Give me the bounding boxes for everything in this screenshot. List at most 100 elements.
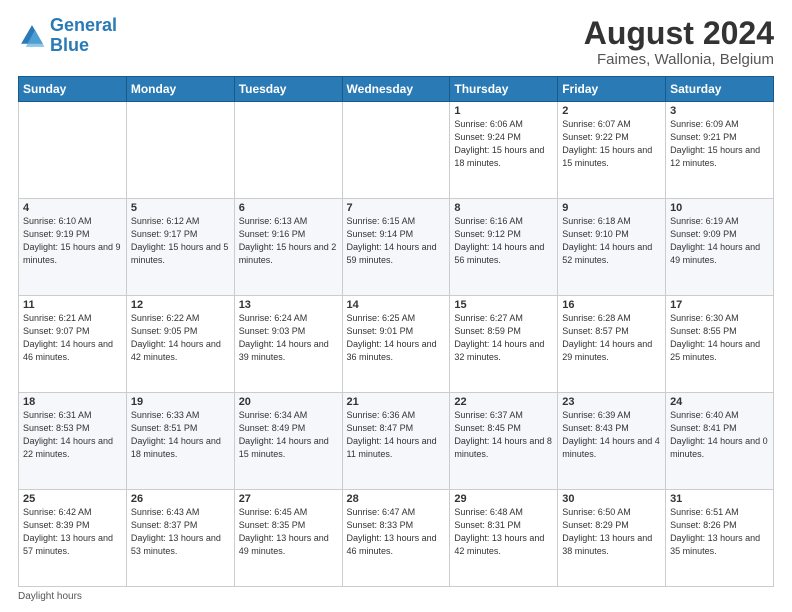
day-number: 19 [131, 396, 230, 408]
day-number: 16 [562, 299, 661, 311]
calendar-header-row: Sunday Monday Tuesday Wednesday Thursday… [19, 77, 774, 102]
calendar-week-row: 25Sunrise: 6:42 AMSunset: 8:39 PMDayligh… [19, 490, 774, 587]
table-row: 12Sunrise: 6:22 AMSunset: 9:05 PMDayligh… [126, 296, 234, 393]
day-info: Sunrise: 6:09 AMSunset: 9:21 PMDaylight:… [670, 118, 769, 170]
table-row: 9Sunrise: 6:18 AMSunset: 9:10 PMDaylight… [558, 199, 666, 296]
day-info: Sunrise: 6:51 AMSunset: 8:26 PMDaylight:… [670, 506, 769, 558]
day-info: Sunrise: 6:43 AMSunset: 8:37 PMDaylight:… [131, 506, 230, 558]
day-info: Sunrise: 6:13 AMSunset: 9:16 PMDaylight:… [239, 215, 338, 267]
day-number: 12 [131, 299, 230, 311]
calendar-week-row: 11Sunrise: 6:21 AMSunset: 9:07 PMDayligh… [19, 296, 774, 393]
day-info: Sunrise: 6:47 AMSunset: 8:33 PMDaylight:… [347, 506, 446, 558]
table-row [234, 102, 342, 199]
col-monday: Monday [126, 77, 234, 102]
calendar-week-row: 18Sunrise: 6:31 AMSunset: 8:53 PMDayligh… [19, 393, 774, 490]
day-info: Sunrise: 6:21 AMSunset: 9:07 PMDaylight:… [23, 312, 122, 364]
day-number: 31 [670, 493, 769, 505]
table-row: 26Sunrise: 6:43 AMSunset: 8:37 PMDayligh… [126, 490, 234, 587]
table-row: 23Sunrise: 6:39 AMSunset: 8:43 PMDayligh… [558, 393, 666, 490]
day-number: 21 [347, 396, 446, 408]
day-number: 5 [131, 202, 230, 214]
main-title: August 2024 [584, 16, 774, 51]
table-row: 14Sunrise: 6:25 AMSunset: 9:01 PMDayligh… [342, 296, 450, 393]
day-info: Sunrise: 6:31 AMSunset: 8:53 PMDaylight:… [23, 409, 122, 461]
day-number: 30 [562, 493, 661, 505]
table-row [19, 102, 127, 199]
day-number: 10 [670, 202, 769, 214]
table-row: 22Sunrise: 6:37 AMSunset: 8:45 PMDayligh… [450, 393, 558, 490]
day-info: Sunrise: 6:28 AMSunset: 8:57 PMDaylight:… [562, 312, 661, 364]
day-info: Sunrise: 6:10 AMSunset: 9:19 PMDaylight:… [23, 215, 122, 267]
day-number: 26 [131, 493, 230, 505]
day-number: 24 [670, 396, 769, 408]
table-row: 25Sunrise: 6:42 AMSunset: 8:39 PMDayligh… [19, 490, 127, 587]
day-info: Sunrise: 6:40 AMSunset: 8:41 PMDaylight:… [670, 409, 769, 461]
day-number: 1 [454, 105, 553, 117]
day-info: Sunrise: 6:22 AMSunset: 9:05 PMDaylight:… [131, 312, 230, 364]
day-number: 3 [670, 105, 769, 117]
logo-line1: General [50, 15, 117, 35]
day-info: Sunrise: 6:39 AMSunset: 8:43 PMDaylight:… [562, 409, 661, 461]
subtitle: Faimes, Wallonia, Belgium [584, 51, 774, 68]
day-number: 29 [454, 493, 553, 505]
table-row: 2Sunrise: 6:07 AMSunset: 9:22 PMDaylight… [558, 102, 666, 199]
day-info: Sunrise: 6:42 AMSunset: 8:39 PMDaylight:… [23, 506, 122, 558]
day-number: 14 [347, 299, 446, 311]
col-friday: Friday [558, 77, 666, 102]
day-info: Sunrise: 6:50 AMSunset: 8:29 PMDaylight:… [562, 506, 661, 558]
footer-note: Daylight hours [18, 591, 774, 602]
logo-text: General Blue [50, 16, 117, 56]
day-info: Sunrise: 6:34 AMSunset: 8:49 PMDaylight:… [239, 409, 338, 461]
table-row: 8Sunrise: 6:16 AMSunset: 9:12 PMDaylight… [450, 199, 558, 296]
day-number: 8 [454, 202, 553, 214]
day-number: 22 [454, 396, 553, 408]
title-block: August 2024 Faimes, Wallonia, Belgium [584, 16, 774, 68]
table-row: 28Sunrise: 6:47 AMSunset: 8:33 PMDayligh… [342, 490, 450, 587]
day-info: Sunrise: 6:12 AMSunset: 9:17 PMDaylight:… [131, 215, 230, 267]
header: General Blue August 2024 Faimes, Walloni… [18, 16, 774, 68]
table-row: 24Sunrise: 6:40 AMSunset: 8:41 PMDayligh… [666, 393, 774, 490]
table-row: 21Sunrise: 6:36 AMSunset: 8:47 PMDayligh… [342, 393, 450, 490]
calendar-week-row: 1Sunrise: 6:06 AMSunset: 9:24 PMDaylight… [19, 102, 774, 199]
table-row: 10Sunrise: 6:19 AMSunset: 9:09 PMDayligh… [666, 199, 774, 296]
table-row: 3Sunrise: 6:09 AMSunset: 9:21 PMDaylight… [666, 102, 774, 199]
table-row: 16Sunrise: 6:28 AMSunset: 8:57 PMDayligh… [558, 296, 666, 393]
table-row: 1Sunrise: 6:06 AMSunset: 9:24 PMDaylight… [450, 102, 558, 199]
table-row [126, 102, 234, 199]
day-info: Sunrise: 6:36 AMSunset: 8:47 PMDaylight:… [347, 409, 446, 461]
logo: General Blue [18, 16, 117, 56]
day-number: 28 [347, 493, 446, 505]
day-info: Sunrise: 6:24 AMSunset: 9:03 PMDaylight:… [239, 312, 338, 364]
table-row: 30Sunrise: 6:50 AMSunset: 8:29 PMDayligh… [558, 490, 666, 587]
day-number: 9 [562, 202, 661, 214]
table-row: 31Sunrise: 6:51 AMSunset: 8:26 PMDayligh… [666, 490, 774, 587]
table-row: 27Sunrise: 6:45 AMSunset: 8:35 PMDayligh… [234, 490, 342, 587]
col-tuesday: Tuesday [234, 77, 342, 102]
day-number: 11 [23, 299, 122, 311]
day-info: Sunrise: 6:19 AMSunset: 9:09 PMDaylight:… [670, 215, 769, 267]
page: General Blue August 2024 Faimes, Walloni… [0, 0, 792, 612]
day-number: 23 [562, 396, 661, 408]
day-number: 4 [23, 202, 122, 214]
day-info: Sunrise: 6:37 AMSunset: 8:45 PMDaylight:… [454, 409, 553, 461]
day-number: 25 [23, 493, 122, 505]
calendar-week-row: 4Sunrise: 6:10 AMSunset: 9:19 PMDaylight… [19, 199, 774, 296]
table-row: 29Sunrise: 6:48 AMSunset: 8:31 PMDayligh… [450, 490, 558, 587]
day-number: 27 [239, 493, 338, 505]
calendar-table: Sunday Monday Tuesday Wednesday Thursday… [18, 76, 774, 587]
day-number: 20 [239, 396, 338, 408]
day-info: Sunrise: 6:30 AMSunset: 8:55 PMDaylight:… [670, 312, 769, 364]
day-info: Sunrise: 6:25 AMSunset: 9:01 PMDaylight:… [347, 312, 446, 364]
day-info: Sunrise: 6:33 AMSunset: 8:51 PMDaylight:… [131, 409, 230, 461]
table-row: 13Sunrise: 6:24 AMSunset: 9:03 PMDayligh… [234, 296, 342, 393]
table-row: 7Sunrise: 6:15 AMSunset: 9:14 PMDaylight… [342, 199, 450, 296]
day-info: Sunrise: 6:16 AMSunset: 9:12 PMDaylight:… [454, 215, 553, 267]
col-sunday: Sunday [19, 77, 127, 102]
table-row: 5Sunrise: 6:12 AMSunset: 9:17 PMDaylight… [126, 199, 234, 296]
day-info: Sunrise: 6:27 AMSunset: 8:59 PMDaylight:… [454, 312, 553, 364]
col-saturday: Saturday [666, 77, 774, 102]
table-row: 4Sunrise: 6:10 AMSunset: 9:19 PMDaylight… [19, 199, 127, 296]
table-row: 17Sunrise: 6:30 AMSunset: 8:55 PMDayligh… [666, 296, 774, 393]
table-row: 19Sunrise: 6:33 AMSunset: 8:51 PMDayligh… [126, 393, 234, 490]
table-row: 18Sunrise: 6:31 AMSunset: 8:53 PMDayligh… [19, 393, 127, 490]
